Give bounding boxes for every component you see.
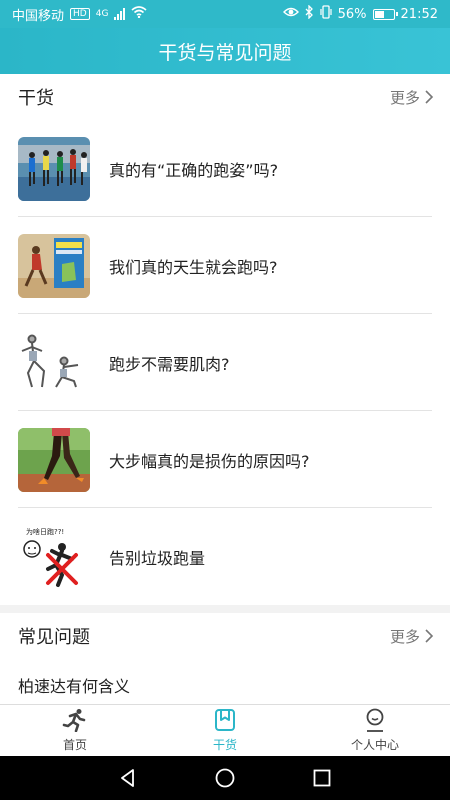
system-nav-bar [0,756,450,800]
runners-race-image [18,136,90,201]
meme-caption: 为啥日跑??! [26,527,64,536]
faq-item[interactable]: 柏速达有何含义 [0,659,450,704]
article-title: 跑步不需要肌肉? [109,354,230,374]
ganhuo-section: 干货 更多 真的有“正确的跑姿”吗? 我们真的天生就会跑吗? 跑步不需要肌肉? … [0,74,450,605]
article-item[interactable]: 跑步不需要肌肉? [0,314,450,411]
article-item[interactable]: 大步幅真的是损伤的原因吗? [0,411,450,508]
faq-section-header: 常见问题 更多 [0,613,450,659]
article-title: 真的有“正确的跑姿”吗? [109,160,279,180]
article-item[interactable]: 我们真的天生就会跑吗? [0,217,450,314]
article-title: 告别垃圾跑量 [109,548,206,568]
section-title-faq: 常见问题 [18,627,90,648]
carrier-label: 中国移动 [12,8,65,24]
vibrate-icon [320,5,332,23]
article-title: 我们真的天生就会跑吗? [109,257,278,277]
article-title: 大步幅真的是损伤的原因吗? [109,451,310,471]
page-title: 干货与常见问题 [158,41,292,64]
back-icon[interactable] [117,767,139,789]
tab-label: 干货 [212,738,237,752]
app-header: 干货与常见问题 [0,28,450,74]
person-icon [366,708,384,732]
tab-ganhuo[interactable]: 干货 [150,705,300,756]
bottom-tab-bar: 首页 干货 个人中心 [0,704,450,756]
faq-more-link[interactable]: 更多 [390,626,434,647]
crossed-runner-cartoon-image: 为啥日跑??! [18,524,90,589]
chevron-right-icon [425,90,434,104]
stretch-illustration-image [18,330,90,395]
tab-label: 首页 [62,738,87,752]
eye-icon [282,6,299,22]
more-label: 更多 [389,88,420,107]
battery-percent: 56% [337,6,367,22]
runner-icon [62,709,86,732]
ganhuo-section-header: 干货 更多 [0,74,450,120]
article-item[interactable]: 为啥日跑??! 告别垃圾跑量 [0,508,450,605]
signal-icon [114,8,126,20]
hd-badge: HD [70,8,90,20]
article-item[interactable]: 真的有“正确的跑姿”吗? [0,120,450,217]
runner-legs-track-image [18,427,90,492]
home-icon[interactable] [214,767,236,789]
wifi-icon [131,6,147,22]
network-type: 4G [95,9,109,19]
tab-profile[interactable]: 个人中心 [300,705,450,756]
main-content: 干货 更多 真的有“正确的跑姿”吗? 我们真的天生就会跑吗? 跑步不需要肌肉? … [0,74,450,704]
bookmark-icon [215,709,235,731]
book-cover-runner-image [18,233,90,298]
faq-item-title: 柏速达有何含义 [18,677,131,696]
ganhuo-more-link[interactable]: 更多 [390,87,434,108]
status-bar: 中国移动 HD 4G 56% 21:52 [0,0,450,28]
section-divider [0,605,450,613]
tab-home[interactable]: 首页 [0,705,150,756]
section-title-ganhuo: 干货 [18,88,54,109]
chevron-right-icon [425,629,434,643]
recents-icon[interactable] [311,767,333,789]
bluetooth-icon [305,4,314,23]
tab-label: 个人中心 [350,738,399,752]
more-label: 更多 [389,627,420,646]
clock: 21:52 [400,6,438,22]
faq-section: 常见问题 更多 柏速达有何含义 [0,613,450,704]
battery-icon [372,8,398,20]
